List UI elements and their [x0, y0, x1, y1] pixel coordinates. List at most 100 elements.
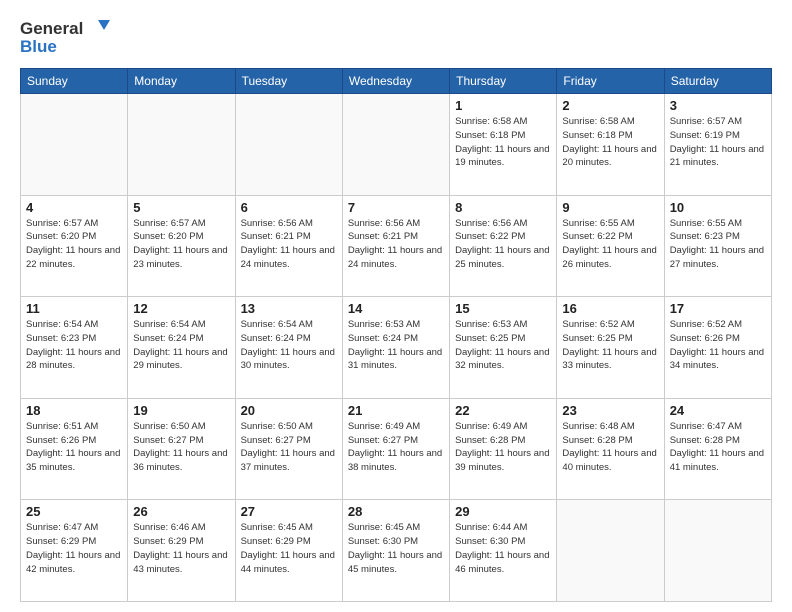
- calendar-cell: [128, 94, 235, 196]
- calendar-cell: 21 Sunrise: 6:49 AMSunset: 6:27 PMDayligh…: [342, 398, 449, 500]
- day-info: Sunrise: 6:58 AMSunset: 6:18 PMDaylight:…: [562, 115, 658, 170]
- day-number: 13: [241, 301, 337, 316]
- calendar-cell: 9 Sunrise: 6:55 AMSunset: 6:22 PMDaylight…: [557, 195, 664, 297]
- day-number: 6: [241, 200, 337, 215]
- day-info: Sunrise: 6:56 AMSunset: 6:21 PMDaylight:…: [348, 217, 444, 272]
- calendar-cell: 10 Sunrise: 6:55 AMSunset: 6:23 PMDayligh…: [664, 195, 771, 297]
- calendar-cell: 4 Sunrise: 6:57 AMSunset: 6:20 PMDaylight…: [21, 195, 128, 297]
- day-info: Sunrise: 6:48 AMSunset: 6:28 PMDaylight:…: [562, 420, 658, 475]
- day-number: 14: [348, 301, 444, 316]
- day-number: 10: [670, 200, 766, 215]
- day-info: Sunrise: 6:54 AMSunset: 6:24 PMDaylight:…: [133, 318, 229, 373]
- weekday-header-tuesday: Tuesday: [235, 69, 342, 94]
- calendar-cell: 7 Sunrise: 6:56 AMSunset: 6:21 PMDaylight…: [342, 195, 449, 297]
- day-info: Sunrise: 6:49 AMSunset: 6:28 PMDaylight:…: [455, 420, 551, 475]
- day-number: 28: [348, 504, 444, 519]
- calendar-cell: 27 Sunrise: 6:45 AMSunset: 6:29 PMDayligh…: [235, 500, 342, 602]
- weekday-header-friday: Friday: [557, 69, 664, 94]
- calendar-cell: 26 Sunrise: 6:46 AMSunset: 6:29 PMDayligh…: [128, 500, 235, 602]
- day-info: Sunrise: 6:57 AMSunset: 6:20 PMDaylight:…: [133, 217, 229, 272]
- day-number: 18: [26, 403, 122, 418]
- day-info: Sunrise: 6:58 AMSunset: 6:18 PMDaylight:…: [455, 115, 551, 170]
- calendar-cell: 13 Sunrise: 6:54 AMSunset: 6:24 PMDayligh…: [235, 297, 342, 399]
- calendar-cell: 17Sunrise: 6:52 AMSunset: 6:26 PMDayligh…: [664, 297, 771, 399]
- day-info: Sunrise: 6:53 AMSunset: 6:25 PMDaylight:…: [455, 318, 551, 373]
- calendar-cell: [664, 500, 771, 602]
- day-number: 11: [26, 301, 122, 316]
- day-number: 15: [455, 301, 551, 316]
- day-info: Sunrise: 6:44 AMSunset: 6:30 PMDaylight:…: [455, 521, 551, 576]
- week-row-0: 1 Sunrise: 6:58 AMSunset: 6:18 PMDaylight…: [21, 94, 772, 196]
- calendar-cell: 28Sunrise: 6:45 AMSunset: 6:30 PMDayligh…: [342, 500, 449, 602]
- calendar-cell: 6 Sunrise: 6:56 AMSunset: 6:21 PMDaylight…: [235, 195, 342, 297]
- day-number: 27: [241, 504, 337, 519]
- day-info: Sunrise: 6:49 AMSunset: 6:27 PMDaylight:…: [348, 420, 444, 475]
- day-number: 8: [455, 200, 551, 215]
- calendar-cell: 29 Sunrise: 6:44 AMSunset: 6:30 PMDayligh…: [450, 500, 557, 602]
- week-row-1: 4 Sunrise: 6:57 AMSunset: 6:20 PMDaylight…: [21, 195, 772, 297]
- day-number: 22: [455, 403, 551, 418]
- day-number: 24: [670, 403, 766, 418]
- day-number: 9: [562, 200, 658, 215]
- day-info: Sunrise: 6:47 AMSunset: 6:28 PMDaylight:…: [670, 420, 766, 475]
- day-info: Sunrise: 6:57 AMSunset: 6:20 PMDaylight:…: [26, 217, 122, 272]
- day-info: Sunrise: 6:50 AMSunset: 6:27 PMDaylight:…: [133, 420, 229, 475]
- calendar-cell: 15 Sunrise: 6:53 AMSunset: 6:25 PMDayligh…: [450, 297, 557, 399]
- day-number: 3: [670, 98, 766, 113]
- day-info: Sunrise: 6:51 AMSunset: 6:26 PMDaylight:…: [26, 420, 122, 475]
- day-info: Sunrise: 6:55 AMSunset: 6:23 PMDaylight:…: [670, 217, 766, 272]
- day-info: Sunrise: 6:52 AMSunset: 6:26 PMDaylight:…: [670, 318, 766, 373]
- calendar-cell: 16Sunrise: 6:52 AMSunset: 6:25 PMDayligh…: [557, 297, 664, 399]
- calendar-table: SundayMondayTuesdayWednesdayThursdayFrid…: [20, 68, 772, 602]
- day-info: Sunrise: 6:56 AMSunset: 6:22 PMDaylight:…: [455, 217, 551, 272]
- day-info: Sunrise: 6:53 AMSunset: 6:24 PMDaylight:…: [348, 318, 444, 373]
- logo-svg: General Blue: [20, 16, 110, 58]
- day-info: Sunrise: 6:57 AMSunset: 6:19 PMDaylight:…: [670, 115, 766, 170]
- day-info: Sunrise: 6:56 AMSunset: 6:21 PMDaylight:…: [241, 217, 337, 272]
- calendar-cell: 12 Sunrise: 6:54 AMSunset: 6:24 PMDayligh…: [128, 297, 235, 399]
- calendar-cell: 11Sunrise: 6:54 AMSunset: 6:23 PMDayligh…: [21, 297, 128, 399]
- weekday-header-wednesday: Wednesday: [342, 69, 449, 94]
- calendar-cell: 2 Sunrise: 6:58 AMSunset: 6:18 PMDaylight…: [557, 94, 664, 196]
- calendar-cell: 8 Sunrise: 6:56 AMSunset: 6:22 PMDaylight…: [450, 195, 557, 297]
- week-row-2: 11Sunrise: 6:54 AMSunset: 6:23 PMDayligh…: [21, 297, 772, 399]
- calendar-cell: [235, 94, 342, 196]
- calendar-cell: [21, 94, 128, 196]
- day-number: 7: [348, 200, 444, 215]
- day-info: Sunrise: 6:50 AMSunset: 6:27 PMDaylight:…: [241, 420, 337, 475]
- weekday-header-row: SundayMondayTuesdayWednesdayThursdayFrid…: [21, 69, 772, 94]
- day-number: 1: [455, 98, 551, 113]
- day-number: 2: [562, 98, 658, 113]
- day-info: Sunrise: 6:45 AMSunset: 6:29 PMDaylight:…: [241, 521, 337, 576]
- calendar-cell: 3 Sunrise: 6:57 AMSunset: 6:19 PMDaylight…: [664, 94, 771, 196]
- calendar-cell: 18 Sunrise: 6:51 AMSunset: 6:26 PMDayligh…: [21, 398, 128, 500]
- calendar-cell: 22 Sunrise: 6:49 AMSunset: 6:28 PMDayligh…: [450, 398, 557, 500]
- header: General Blue: [20, 16, 772, 58]
- day-info: Sunrise: 6:54 AMSunset: 6:24 PMDaylight:…: [241, 318, 337, 373]
- svg-text:General: General: [20, 19, 83, 38]
- day-number: 26: [133, 504, 229, 519]
- day-info: Sunrise: 6:46 AMSunset: 6:29 PMDaylight:…: [133, 521, 229, 576]
- day-number: 19: [133, 403, 229, 418]
- day-number: 21: [348, 403, 444, 418]
- calendar-cell: 14 Sunrise: 6:53 AMSunset: 6:24 PMDayligh…: [342, 297, 449, 399]
- day-info: Sunrise: 6:52 AMSunset: 6:25 PMDaylight:…: [562, 318, 658, 373]
- week-row-3: 18 Sunrise: 6:51 AMSunset: 6:26 PMDayligh…: [21, 398, 772, 500]
- page: General Blue SundayMondayTuesdayWednesda…: [0, 0, 792, 612]
- weekday-header-monday: Monday: [128, 69, 235, 94]
- day-info: Sunrise: 6:47 AMSunset: 6:29 PMDaylight:…: [26, 521, 122, 576]
- day-number: 23: [562, 403, 658, 418]
- day-number: 29: [455, 504, 551, 519]
- calendar-cell: 24 Sunrise: 6:47 AMSunset: 6:28 PMDayligh…: [664, 398, 771, 500]
- calendar-cell: [342, 94, 449, 196]
- day-number: 25: [26, 504, 122, 519]
- day-number: 12: [133, 301, 229, 316]
- calendar-cell: 25 Sunrise: 6:47 AMSunset: 6:29 PMDayligh…: [21, 500, 128, 602]
- logo: General Blue: [20, 16, 110, 58]
- week-row-4: 25 Sunrise: 6:47 AMSunset: 6:29 PMDayligh…: [21, 500, 772, 602]
- day-number: 4: [26, 200, 122, 215]
- day-number: 20: [241, 403, 337, 418]
- day-info: Sunrise: 6:55 AMSunset: 6:22 PMDaylight:…: [562, 217, 658, 272]
- day-number: 5: [133, 200, 229, 215]
- svg-text:Blue: Blue: [20, 37, 57, 56]
